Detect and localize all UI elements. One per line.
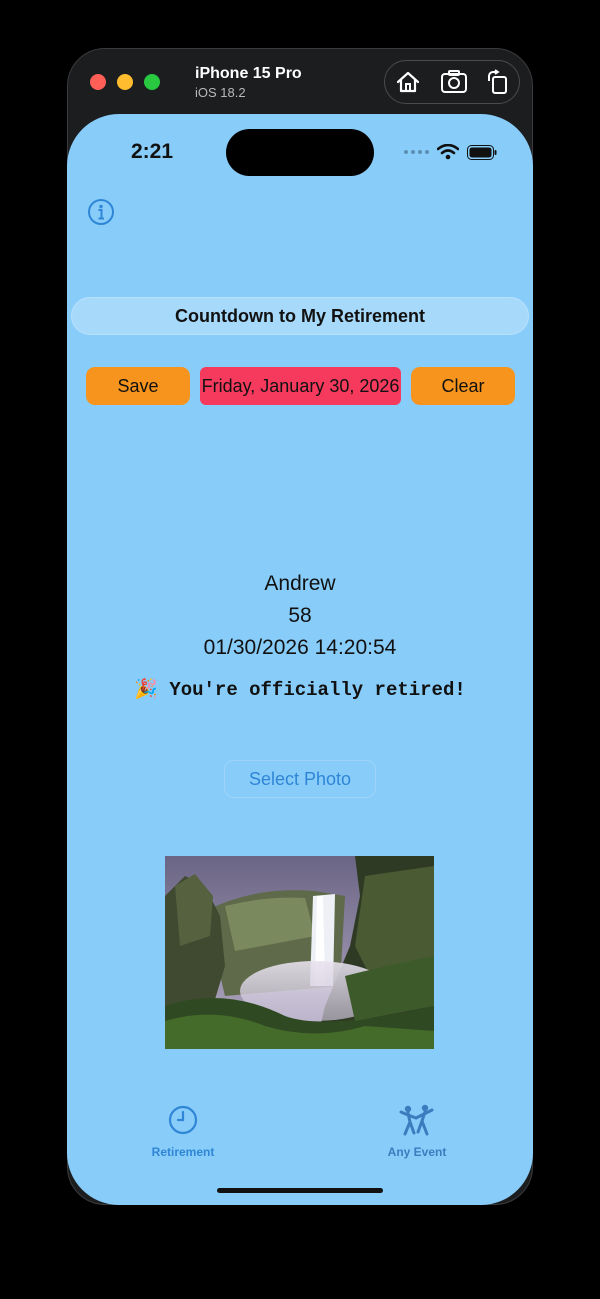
retirement-datetime: 01/30/2026 14:20:54 [203,636,397,659]
screenshot-icon[interactable] [440,68,468,96]
retired-message-line: 🎉 You're officially retired! [67,677,533,701]
retired-message: You're officially retired! [169,679,466,701]
signal-dots-icon [404,150,429,154]
party-popper-icon: 🎉 [134,679,158,701]
select-photo-button[interactable]: Select Photo [224,760,376,798]
waterfall-photo [165,856,434,1049]
os-version: iOS 18.2 [195,85,246,100]
device-name: iPhone 15 Pro [195,65,302,82]
zoom-window-button[interactable] [144,74,160,90]
tab-any-event-label: Any Event [387,1145,447,1159]
tab-retirement[interactable]: Retirement [123,1104,243,1159]
dynamic-island [226,129,374,176]
clear-button[interactable]: Clear [411,367,515,405]
status-icons [403,144,497,160]
clock-icon [168,1105,198,1135]
info-icon[interactable] [87,198,115,226]
device-screen: 2:21 Countdown to My Retirement Save Fri… [67,114,533,1205]
tab-retirement-label: Retirement [151,1145,215,1159]
user-name: Andrew [264,572,336,595]
close-window-button[interactable] [90,74,106,90]
wifi-icon [437,144,459,160]
battery-icon [467,144,497,160]
home-icon[interactable] [394,68,422,96]
simulator-toolbar [384,60,520,104]
status-time: 2:21 [131,140,174,163]
tab-any-event[interactable]: Any Event [357,1104,477,1159]
minimize-window-button[interactable] [117,74,133,90]
page-title: Countdown to My Retirement [71,297,529,335]
retirement-date-picker[interactable]: Friday, January 30, 2026 [200,367,401,405]
save-button[interactable]: Save [86,367,190,405]
dancing-icon [399,1104,434,1136]
home-indicator[interactable] [217,1188,383,1193]
user-age: 58 [288,604,312,627]
simulator-titlebar: iPhone 15 Pro iOS 18.2 [68,49,532,115]
rotate-icon[interactable] [484,68,512,96]
